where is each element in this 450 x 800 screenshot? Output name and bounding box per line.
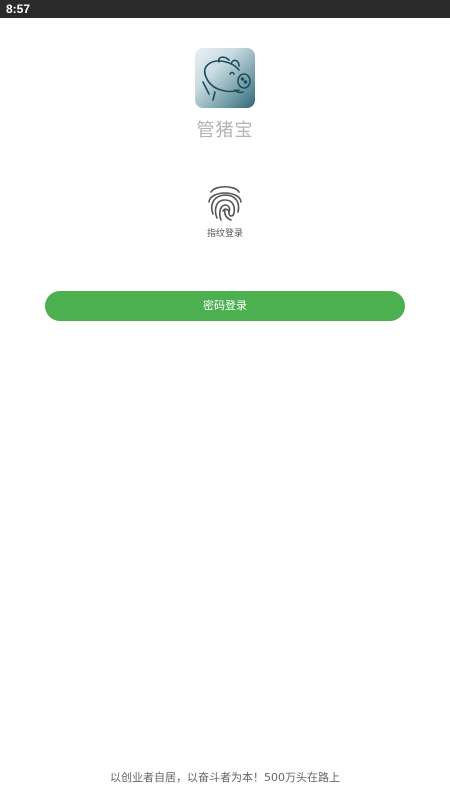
status-time: 8:57 xyxy=(6,2,31,16)
fingerprint-icon xyxy=(208,185,242,221)
password-login-button[interactable]: 密码登录 xyxy=(45,291,405,321)
status-bar: 8:57 xyxy=(0,0,450,18)
app-name: 管猪宝 xyxy=(196,120,254,141)
footer-slogan: 以创业者自居，以奋斗者为本！500万头在路上 xyxy=(110,771,340,784)
pig-logo-icon xyxy=(195,48,255,108)
fingerprint-login-label: 指纹登录 xyxy=(206,229,243,239)
fingerprint-login-button[interactable]: 指纹登录 xyxy=(196,180,254,242)
